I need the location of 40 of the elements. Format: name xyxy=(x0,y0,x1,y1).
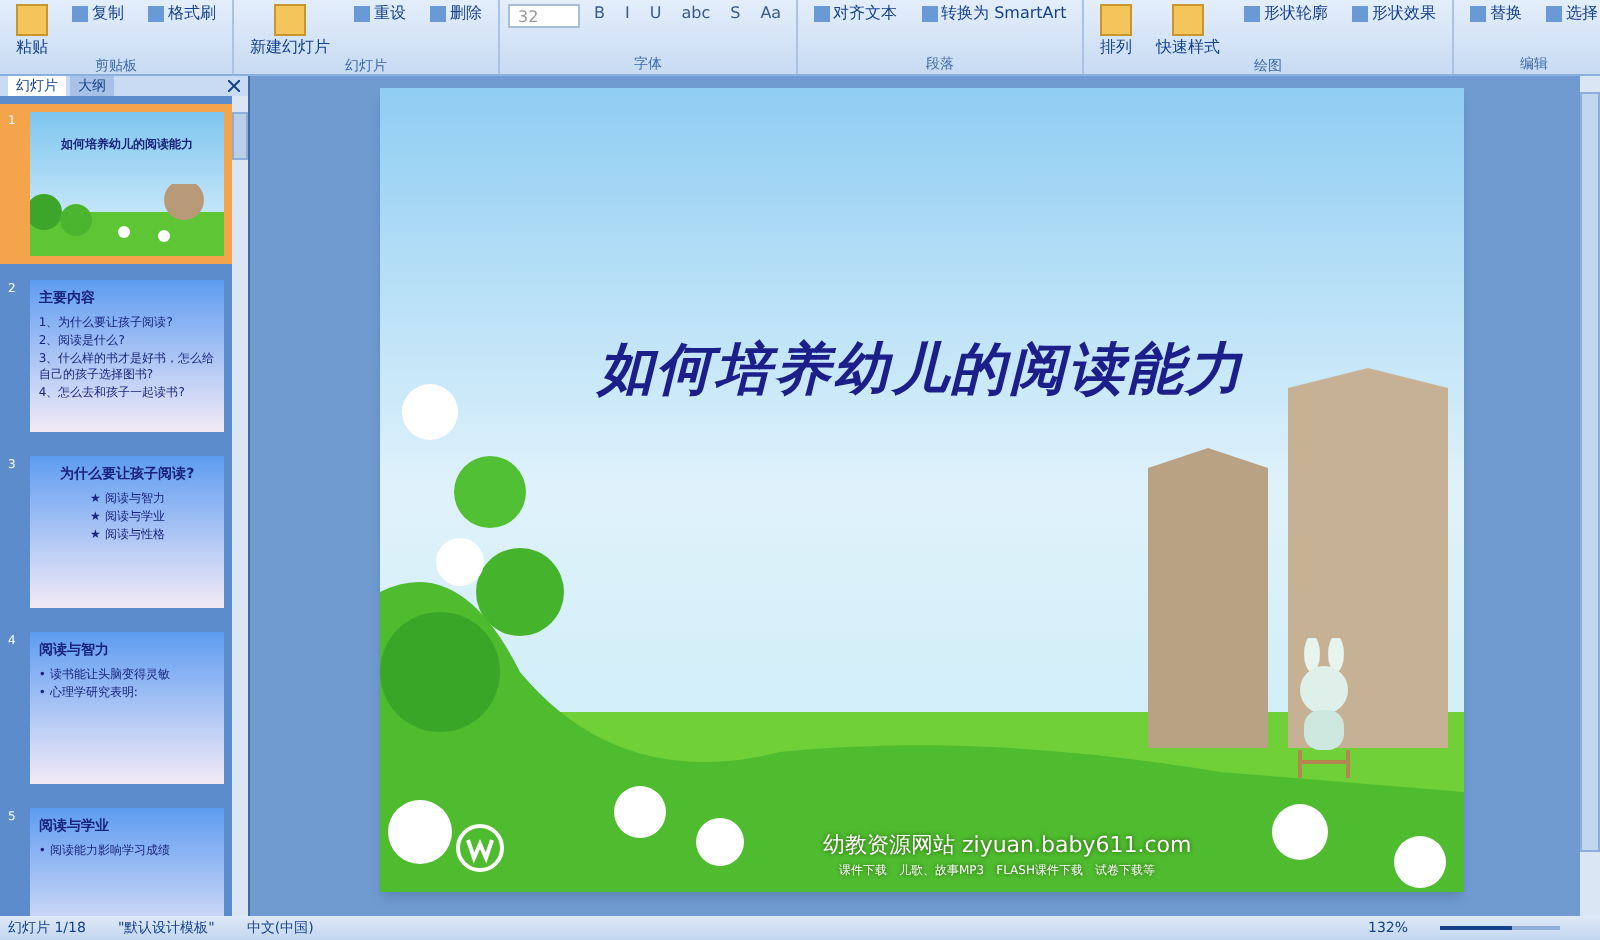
scrollbar[interactable] xyxy=(232,96,248,916)
ribbon-large-button[interactable]: 快速样式 xyxy=(1148,4,1229,58)
format-button[interactable]: U xyxy=(643,4,668,24)
ribbon-small-button[interactable]: 形状轮廓 xyxy=(1236,4,1337,24)
tool-icon xyxy=(921,6,938,22)
scrollbar[interactable] xyxy=(1580,76,1600,916)
tool-icon xyxy=(148,6,164,22)
tool-icon xyxy=(1100,4,1133,36)
tool-icon xyxy=(1470,6,1487,22)
tool-icon xyxy=(430,6,446,22)
tool-icon xyxy=(354,6,370,22)
format-button[interactable]: I xyxy=(619,4,636,24)
tool-icon xyxy=(16,4,48,36)
close-icon[interactable] xyxy=(228,80,240,92)
ribbon-small-button[interactable]: 对齐文本 xyxy=(805,4,906,24)
ribbon-small-button[interactable]: 复制 xyxy=(64,4,132,24)
ribbon-large-button[interactable]: 粘贴 xyxy=(8,4,56,58)
format-button[interactable]: abc xyxy=(675,4,717,24)
ribbon-small-button[interactable]: 格式刷 xyxy=(140,4,224,24)
format-button[interactable]: Aa xyxy=(754,4,788,24)
ribbon-small-button[interactable]: 删除 xyxy=(422,4,490,24)
tool-icon xyxy=(274,4,306,36)
format-button[interactable]: S xyxy=(724,4,747,24)
ribbon-small-button[interactable]: 替换 xyxy=(1462,4,1531,24)
tool-icon xyxy=(72,6,88,22)
ribbon-small-button[interactable]: 转换为 SmartArt xyxy=(913,4,1075,24)
tool-icon xyxy=(1546,6,1563,22)
ribbon-large-button[interactable]: 新建幻灯片 xyxy=(242,4,338,58)
tool-icon xyxy=(1244,6,1261,22)
ribbon-small-button[interactable]: 形状效果 xyxy=(1344,4,1445,24)
tool-icon xyxy=(1172,4,1205,36)
ribbon-small-button[interactable]: 重设 xyxy=(346,4,414,24)
site-banner-text: 幼教资源网站 ziyuan.baby611.com xyxy=(823,829,1192,861)
slide-title: 如何培养幼儿的阅读能力 xyxy=(597,334,1245,406)
tool-icon xyxy=(1352,6,1369,22)
logo-icon xyxy=(455,824,503,872)
ribbon-small-button[interactable]: 选择 xyxy=(1538,4,1600,24)
tool-icon xyxy=(813,6,830,22)
format-button[interactable]: B xyxy=(588,4,611,24)
ribbon-large-button[interactable]: 排列 xyxy=(1092,4,1141,58)
